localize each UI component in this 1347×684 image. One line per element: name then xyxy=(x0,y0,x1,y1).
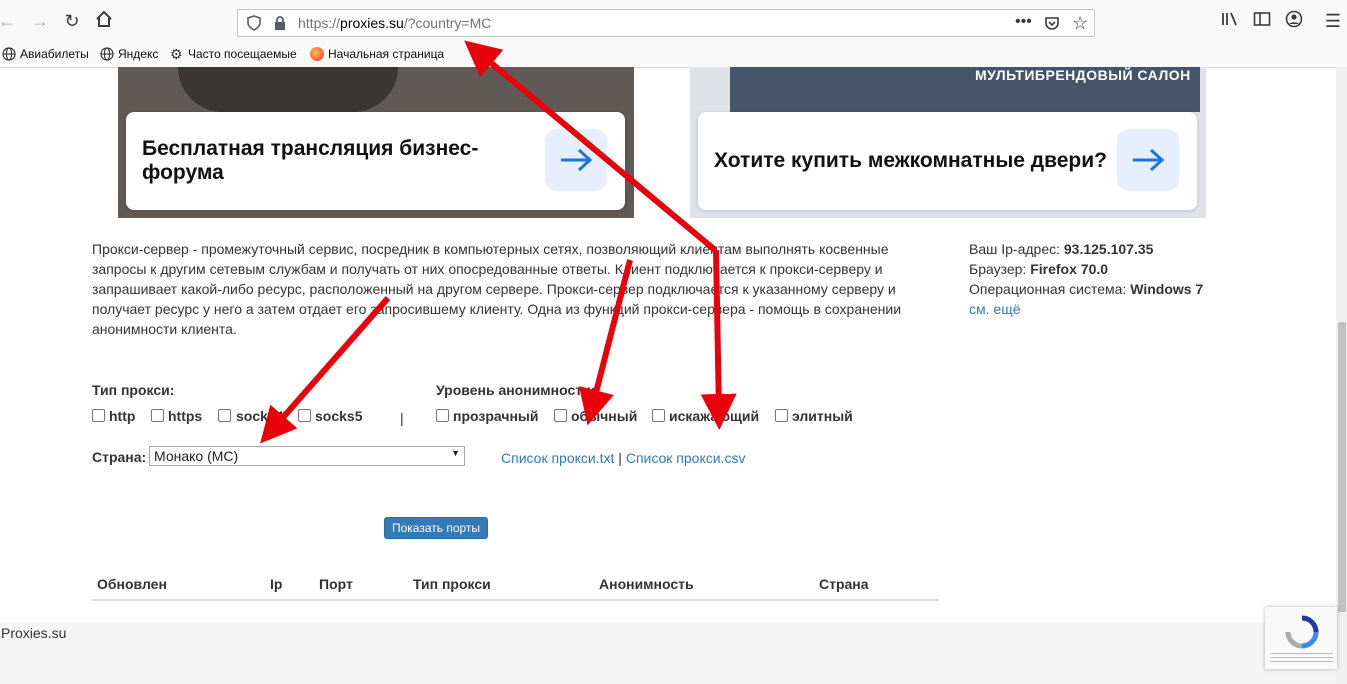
table-header-divider xyxy=(92,599,939,601)
menu-icon[interactable]: ☰ xyxy=(1322,10,1344,32)
bookmark-item[interactable]: Авиабилеты xyxy=(2,47,89,61)
bookmarks-bar: Авиабилеты Яндекс ⚙ Часто посещаемые Нач… xyxy=(0,43,1347,68)
browser-value: Firefox 70.0 xyxy=(1030,261,1109,277)
proxy-type-label: Тип прокси: xyxy=(92,382,175,398)
checkbox-label: искажающий xyxy=(669,408,760,424)
globe-icon xyxy=(2,47,16,61)
link-separator: | xyxy=(618,450,622,466)
dropdown-arrow-icon: ▼ xyxy=(451,448,460,458)
country-selected-value: Монако (MC) xyxy=(154,448,239,464)
ad-banner[interactable]: Бесплатная трансляция бизнес-форума xyxy=(118,67,634,218)
bookmark-label: Начальная страница xyxy=(328,47,445,61)
globe-icon xyxy=(100,47,114,61)
back-icon[interactable]: ← xyxy=(0,10,18,32)
checkbox-distorting[interactable] xyxy=(652,409,665,422)
recaptcha-caption xyxy=(1271,653,1333,663)
footer-site-name: Proxies.su xyxy=(1,625,67,641)
checkbox-https[interactable] xyxy=(151,409,164,422)
tracking-shield-icon[interactable] xyxy=(246,15,262,36)
ip-row: Ваш Ip-адрес: 93.125.107.35 xyxy=(969,239,1269,259)
column-header-ip[interactable]: Ip xyxy=(270,576,282,592)
client-info: Ваш Ip-адрес: 93.125.107.35 Браузер: Fir… xyxy=(969,239,1269,319)
checkbox-label: socks5 xyxy=(315,408,363,424)
column-header-proxy-type[interactable]: Тип прокси xyxy=(413,576,491,592)
checkbox-label: https xyxy=(168,408,203,424)
browser-label: Браузер: xyxy=(969,261,1027,277)
reload-icon[interactable]: ↻ xyxy=(61,10,83,32)
os-row: Операционная система: Windows 7 xyxy=(969,279,1269,299)
ad-card[interactable]: Хотите купить межкомнатные двери? xyxy=(698,112,1197,210)
checkbox-anonymous[interactable] xyxy=(554,409,567,422)
download-links: Список прокси.txt | Список прокси.csv xyxy=(501,448,745,468)
bookmark-item[interactable]: ⚙ Часто посещаемые xyxy=(170,47,297,61)
checkbox-socks4[interactable] xyxy=(218,409,231,422)
column-header-anonymity[interactable]: Анонимность xyxy=(599,576,694,592)
ad-banner-text: МУЛЬТИБРЕНДОВЫЙ САЛОН xyxy=(975,67,1191,83)
intro-line: запросы к другим сетевым службам и получ… xyxy=(92,261,883,277)
csv-list-link[interactable]: Список прокси.csv xyxy=(626,450,746,466)
scrollbar-thumb[interactable] xyxy=(1338,322,1346,612)
column-header-updated[interactable]: Обновлен xyxy=(97,576,167,592)
home-icon[interactable] xyxy=(93,10,115,32)
arrow-right-icon[interactable] xyxy=(545,129,607,191)
bookmark-star-icon[interactable]: ☆ xyxy=(1072,13,1088,34)
checkbox-label: обычный xyxy=(571,408,638,424)
recaptcha-badge[interactable] xyxy=(1265,607,1337,669)
sidebar-icon[interactable] xyxy=(1251,10,1273,32)
address-bar[interactable]: https://proxies.su/?country=MC ••• ☆ xyxy=(237,9,1095,37)
ad-card[interactable]: Бесплатная трансляция бизнес-форума xyxy=(126,112,625,210)
country-label: Страна: xyxy=(92,449,147,465)
bookmark-label: Часто посещаемые xyxy=(188,47,297,61)
intro-paragraph: Прокси-сервер - промежуточный сервис, по… xyxy=(92,239,922,339)
url-text[interactable]: https://proxies.su/?country=MC xyxy=(298,15,491,31)
checkbox-label: прозрачный xyxy=(453,408,539,424)
country-select[interactable]: Монако (MC) ▼ xyxy=(149,446,465,466)
checkbox-label: элитный xyxy=(792,408,853,424)
checkbox-elite[interactable] xyxy=(775,409,788,422)
account-icon[interactable] xyxy=(1283,10,1305,32)
page-footer: Proxies.su xyxy=(0,622,1347,684)
intro-line: анонимности клиента. xyxy=(92,321,237,337)
recaptcha-icon xyxy=(1285,615,1319,649)
ip-label: Ваш Ip-адрес: xyxy=(969,241,1060,257)
checkbox-http[interactable] xyxy=(92,409,105,422)
forward-icon[interactable]: → xyxy=(29,10,51,32)
os-value: Windows 7 xyxy=(1130,281,1204,297)
column-header-port[interactable]: Порт xyxy=(319,576,353,592)
checkbox-socks5[interactable] xyxy=(298,409,311,422)
pocket-icon[interactable] xyxy=(1044,15,1060,36)
checkbox-transparent[interactable] xyxy=(436,409,449,422)
see-more-link[interactable]: см. ещё xyxy=(969,301,1021,317)
ad-photo xyxy=(178,67,398,112)
library-icon[interactable] xyxy=(1219,10,1241,32)
checkbox-label: socks4 xyxy=(236,408,284,424)
intro-line: Прокси-сервер - промежуточный сервис, по… xyxy=(92,241,889,257)
ad-title: Бесплатная трансляция бизнес-форума xyxy=(142,137,479,184)
intro-line: запрашивает какой-либо ресурс, расположе… xyxy=(92,281,896,297)
page-actions-icon[interactable]: ••• xyxy=(1015,13,1032,31)
show-ports-button[interactable]: Показать порты xyxy=(384,517,488,539)
gear-icon: ⚙ xyxy=(170,46,183,62)
filter-separator: | xyxy=(400,410,404,426)
browser-row: Браузер: Firefox 70.0 xyxy=(969,259,1269,279)
bookmark-item[interactable]: Яндекс xyxy=(100,47,158,61)
bookmark-label: Яндекс xyxy=(118,47,159,61)
os-label: Операционная система: xyxy=(969,281,1127,297)
ad-banner[interactable]: МУЛЬТИБРЕНДОВЫЙ САЛОН Хотите купить межк… xyxy=(690,67,1206,218)
browser-toolbar: ← → ↻ https://proxies.su/?country=MC •••… xyxy=(0,0,1347,43)
bookmark-item[interactable]: Начальная страница xyxy=(310,47,444,61)
checkbox-label: http xyxy=(109,408,136,424)
intro-line: получает ресурс у него а затем отдает ег… xyxy=(92,301,902,317)
firefox-icon xyxy=(310,47,324,61)
column-header-country[interactable]: Страна xyxy=(819,576,869,592)
lock-icon[interactable] xyxy=(273,15,287,36)
ip-value: 93.125.107.35 xyxy=(1063,241,1154,257)
ad-title: Хотите купить межкомнатные двери? xyxy=(714,149,1107,172)
txt-list-link[interactable]: Список прокси.txt xyxy=(501,450,614,466)
anonymity-label: Уровень анонимности: xyxy=(436,382,596,398)
bookmark-label: Авиабилеты xyxy=(20,47,89,61)
arrow-right-icon[interactable] xyxy=(1117,129,1179,191)
